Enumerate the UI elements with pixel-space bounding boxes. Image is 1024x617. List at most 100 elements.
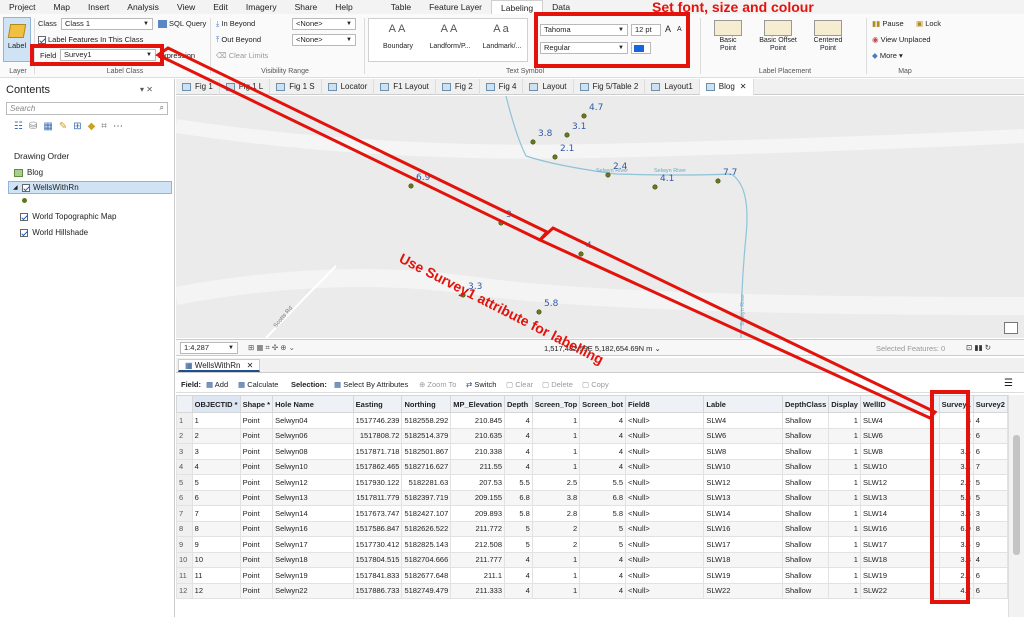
table-cell[interactable]: 4 [579,551,627,568]
table-cell[interactable]: Shallow [781,474,830,491]
close-icon[interactable]: ✕ [740,82,747,91]
well-point[interactable] [408,183,414,189]
table-cell[interactable]: 5.8 [504,505,533,522]
table-cell[interactable]: 4 [504,443,533,460]
table-cell[interactable]: Selwyn16 [272,520,354,537]
table-cell[interactable]: 210.338 [450,443,506,460]
zoom-to-button[interactable]: ⊕ Zoom To [419,380,456,389]
well-point[interactable] [460,292,466,298]
menu-item-insert[interactable]: Insert [79,0,118,14]
copy-button[interactable]: ▢ Copy [582,380,609,389]
table-cell[interactable]: 3.8 [938,551,974,568]
table-cell[interactable]: <Null> [625,582,705,599]
row-header[interactable]: 8 [176,520,193,537]
table-cell[interactable]: SLW4 [703,412,783,429]
table-cell[interactable]: Point [239,567,274,584]
table-cell[interactable]: 1517673.747 [352,505,403,522]
table-cell[interactable]: Shallow [781,443,830,460]
table-cell[interactable]: 2.2 [938,474,974,491]
attribute-table-tab[interactable]: ▦ WellsWithRn ✕ [178,359,261,372]
table-cell[interactable]: SLW16 [859,520,940,537]
row-header[interactable]: 6 [176,489,193,506]
menu-item-project[interactable]: Project [0,0,44,14]
tab-fig-4[interactable]: Fig 4 [480,78,524,95]
well-point[interactable] [498,220,504,226]
table-cell[interactable]: 4 [579,443,627,460]
table-cell[interactable]: 3.1 [938,458,974,475]
menu-item-help[interactable]: Help [326,0,361,14]
table-cell[interactable]: 3.8 [531,489,581,506]
table-cell[interactable]: 1 [828,536,861,553]
well-point[interactable] [564,132,570,138]
table-cell[interactable]: <Null> [625,458,705,475]
table-cell[interactable]: 2 [191,427,241,444]
table-vertical-scrollbar[interactable] [1008,395,1024,617]
table-cell[interactable]: 6 [972,582,1008,599]
table-cell[interactable]: 5182281.63 [401,474,452,491]
table-row[interactable]: 6 6 Point Selwyn13 1517811.779 5182397.719 209… [176,489,1008,506]
table-row[interactable]: 10 10 Point Selwyn18 1517804.515 5182704.666 2… [176,551,1008,568]
navigation-tools-icon[interactable]: ⊞ ▦ ⌗ ✣ ⊕ ⌄ [248,343,295,353]
table-cell[interactable]: 6.9 [938,520,974,537]
well-point[interactable] [715,178,721,184]
table-cell[interactable]: 5 [579,520,627,537]
column-header[interactable]: Depth [504,395,533,413]
table-cell[interactable]: 1 [531,567,581,584]
table-cell[interactable]: 1517886.733 [352,582,403,599]
label-style-option[interactable]: AA Landform/P... [425,23,475,50]
table-cell[interactable]: <Null> [625,567,705,584]
table-cell[interactable]: 5.5 [504,474,533,491]
table-cell[interactable]: 4 [579,412,627,429]
table-cell[interactable]: 1 [531,582,581,599]
table-cell[interactable]: 1 [828,551,861,568]
table-cell[interactable]: SLW13 [859,489,940,506]
menu-item-table[interactable]: Table [382,0,420,14]
table-cell[interactable]: Point [239,412,274,429]
table-cell[interactable]: <Null> [625,551,705,568]
tab-fig-1-l[interactable]: Fig 1 L [220,78,271,95]
table-cell[interactable]: Selwyn12 [272,474,354,491]
placement-option[interactable]: Basic Point [704,18,752,53]
table-cell[interactable]: SLW6 [859,427,940,444]
delete-button[interactable]: ▢ Delete [542,380,573,389]
table-cell[interactable]: 2 [938,427,974,444]
row-header[interactable]: 5 [176,474,193,491]
field-dropdown[interactable]: Survey1 ▼ [60,49,156,61]
tab-layout1[interactable]: Layout1 [645,78,700,95]
column-header[interactable]: MP_Elevation [450,395,506,413]
table-cell[interactable]: 1 [828,474,861,491]
font-name-dropdown[interactable]: Tahoma ▼ [540,24,628,36]
table-cell[interactable]: Point [239,505,274,522]
table-cell[interactable]: SLW10 [703,458,783,475]
table-cell[interactable]: SLW19 [703,567,783,584]
table-cell[interactable]: Shallow [781,412,830,429]
max-scale-dropdown[interactable]: <None> ▼ [292,18,356,30]
tab-locator[interactable]: Locator [322,78,375,95]
well-point[interactable] [536,309,542,315]
table-cell[interactable]: Shallow [781,567,830,584]
menu-item-share[interactable]: Share [286,0,327,14]
table-cell[interactable]: 211.55 [450,458,506,475]
layer-visibility-checkbox[interactable] [20,212,28,221]
table-cell[interactable]: 4 [579,458,627,475]
table-cell[interactable]: 6 [972,567,1008,584]
table-cell[interactable]: Point [239,536,274,553]
table-cell[interactable]: 1 [828,567,861,584]
table-cell[interactable]: 8 [972,520,1008,537]
row-header[interactable]: 1 [176,412,193,429]
table-cell[interactable]: 4 [504,412,533,429]
table-cell[interactable]: 2.1 [938,567,974,584]
table-cell[interactable]: 1 [828,427,861,444]
table-cell[interactable]: Point [239,458,274,475]
table-cell[interactable]: 1 [191,412,241,429]
list-by-source-icon[interactable]: ⛁ [29,121,37,137]
more-options-icon[interactable]: ⋯ [113,121,123,137]
map-view[interactable]: Scotts Rd Selwyn River Selwyn River Selw… [176,96,1024,338]
table-cell[interactable]: 5182749.479 [401,582,452,599]
tab-layout[interactable]: Layout [523,78,574,95]
table-cell[interactable]: 212.508 [450,536,506,553]
table-row[interactable]: 11 11 Point Selwyn19 1517841.833 5182677.648 2… [176,567,1008,584]
table-cell[interactable]: 5 [972,489,1008,506]
table-cell[interactable]: 5.8 [579,505,627,522]
table-cell[interactable]: SLW10 [859,458,940,475]
